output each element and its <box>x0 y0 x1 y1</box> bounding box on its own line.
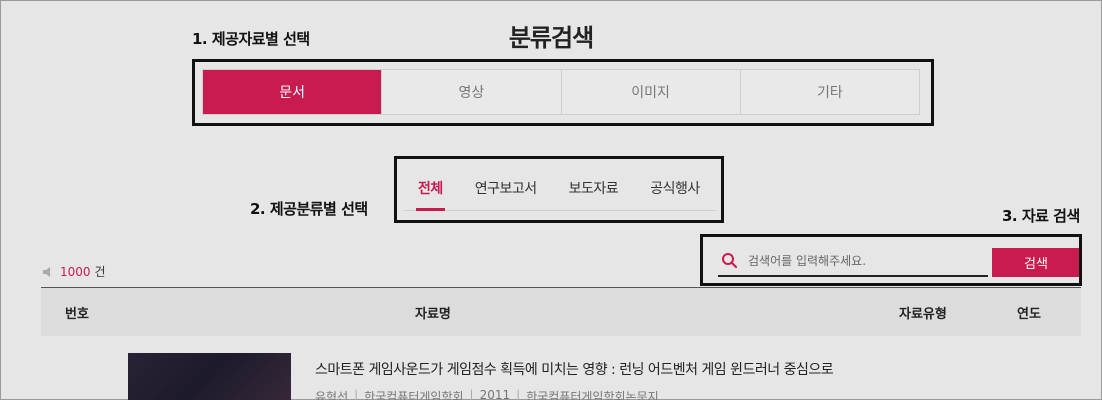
meta-separator: | <box>354 388 359 400</box>
step3-label: 3. 자료 검색 <box>1002 207 1080 225</box>
meta-separator: | <box>469 388 474 400</box>
step1-label: 1. 제공자료별 선택 <box>192 30 310 48</box>
result-publisher: 한국컴퓨터게임학회 <box>364 390 464 400</box>
result-journal: 한국컴퓨터게임학회논문지 <box>526 390 659 400</box>
speaker-icon <box>43 266 50 277</box>
result-count: 1000 건 <box>42 263 106 280</box>
result-count-unit: 건 <box>94 265 106 279</box>
column-header-number: 번호 <box>65 306 89 322</box>
step1-highlight-box <box>192 59 934 126</box>
result-author: 유혁선 <box>315 390 349 400</box>
result-title-link[interactable]: 스마트폰 게임사운드가 게임점수 획득에 미치는 영향 : 런닝 어드벤처 게임… <box>315 359 834 379</box>
column-header-type: 자료유형 <box>899 306 947 322</box>
result-year: 2011 <box>479 388 511 400</box>
result-thumbnail[interactable] <box>128 353 291 400</box>
page-title: 분류검색 <box>508 24 594 52</box>
result-meta: 유혁선 | 한국컴퓨터게임학회 | 2011 | 한국컴퓨터게임학회논문지 <box>315 388 659 400</box>
step3-highlight-box <box>700 234 1082 286</box>
table-header: 번호 자료명 자료유형 연도 <box>41 288 1081 336</box>
step2-label: 2. 제공분류별 선택 <box>250 200 368 218</box>
step2-highlight-box <box>394 156 724 223</box>
meta-separator: | <box>516 388 521 400</box>
result-count-number: 1000 <box>60 264 91 279</box>
column-header-title: 자료명 <box>415 306 451 322</box>
column-header-year: 연도 <box>1017 306 1041 322</box>
